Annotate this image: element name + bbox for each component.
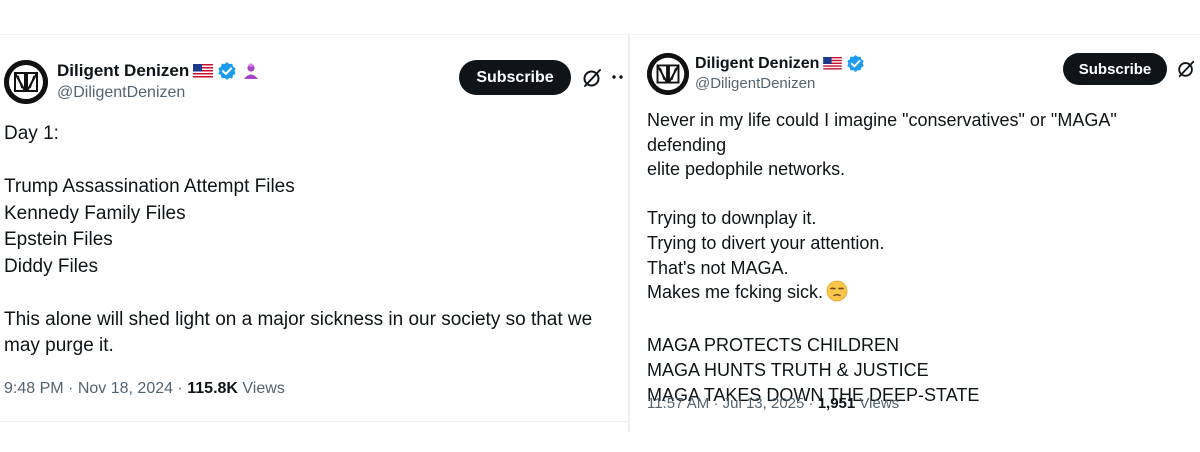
us-flag-icon <box>193 64 214 78</box>
views-count: 1,951 <box>817 395 856 412</box>
meta-separator: · <box>713 395 719 412</box>
grok-icon[interactable] <box>1176 59 1196 79</box>
bottom-rule <box>0 421 628 422</box>
tweet-text-main: Never in my life could I imagine "conser… <box>647 110 1117 303</box>
meta-separator: · <box>68 380 74 397</box>
unamused-face-emoji <box>826 280 848 309</box>
verified-badge-icon[interactable] <box>217 61 237 81</box>
meta-separator: · <box>808 395 814 412</box>
avatar-logo-icon <box>647 53 689 95</box>
handle[interactable]: @DiligentDenizen <box>695 75 815 92</box>
us-flag-icon <box>823 57 843 70</box>
tweet-meta: 11:57 AM · Jul 13, 2025 · 1,951 Views <box>647 395 899 412</box>
avatar-logo-icon <box>4 60 48 104</box>
subscribe-button[interactable]: Subscribe <box>1063 53 1167 85</box>
avatar[interactable] <box>4 60 48 104</box>
tweet-meta: 9:48 PM · Nov 18, 2024 · 115.8K Views <box>4 380 285 398</box>
handle[interactable]: @DiligentDenizen <box>57 84 185 102</box>
affiliate-badge-icon[interactable] <box>241 61 261 81</box>
tweet-date[interactable]: Nov 18, 2024 <box>78 380 173 397</box>
tweet-time[interactable]: 11:57 AM <box>647 395 709 412</box>
tweet-text: Day 1: Trump Assassination Attempt Files… <box>4 123 593 356</box>
display-name-text: Diligent Denizen <box>57 61 190 80</box>
avatar[interactable] <box>647 53 689 95</box>
views-label: Views <box>859 395 900 412</box>
right-tweet: Diligent Denizen @DiligentDenizen Subscr… <box>631 0 1200 452</box>
tweet-time[interactable]: 9:48 PM <box>4 380 64 397</box>
panel-divider <box>628 34 630 432</box>
verified-badge-icon[interactable] <box>846 54 865 73</box>
display-name[interactable]: Diligent Denizen <box>57 61 261 81</box>
display-name-text: Diligent Denizen <box>695 54 820 72</box>
more-icon[interactable] <box>611 74 625 80</box>
meta-separator: · <box>177 380 183 397</box>
tweet-date[interactable]: Jul 13, 2025 <box>723 395 805 412</box>
grok-icon[interactable] <box>581 67 603 89</box>
views-count: 115.8K <box>187 380 238 397</box>
views-label: Views <box>242 380 285 397</box>
display-name[interactable]: Diligent Denizen <box>695 54 865 73</box>
tweet-text: Never in my life could I imagine "conser… <box>647 108 1197 407</box>
left-tweet: Diligent Denizen @DiligentDenizen Subscr… <box>0 0 628 452</box>
subscribe-button[interactable]: Subscribe <box>459 60 571 95</box>
